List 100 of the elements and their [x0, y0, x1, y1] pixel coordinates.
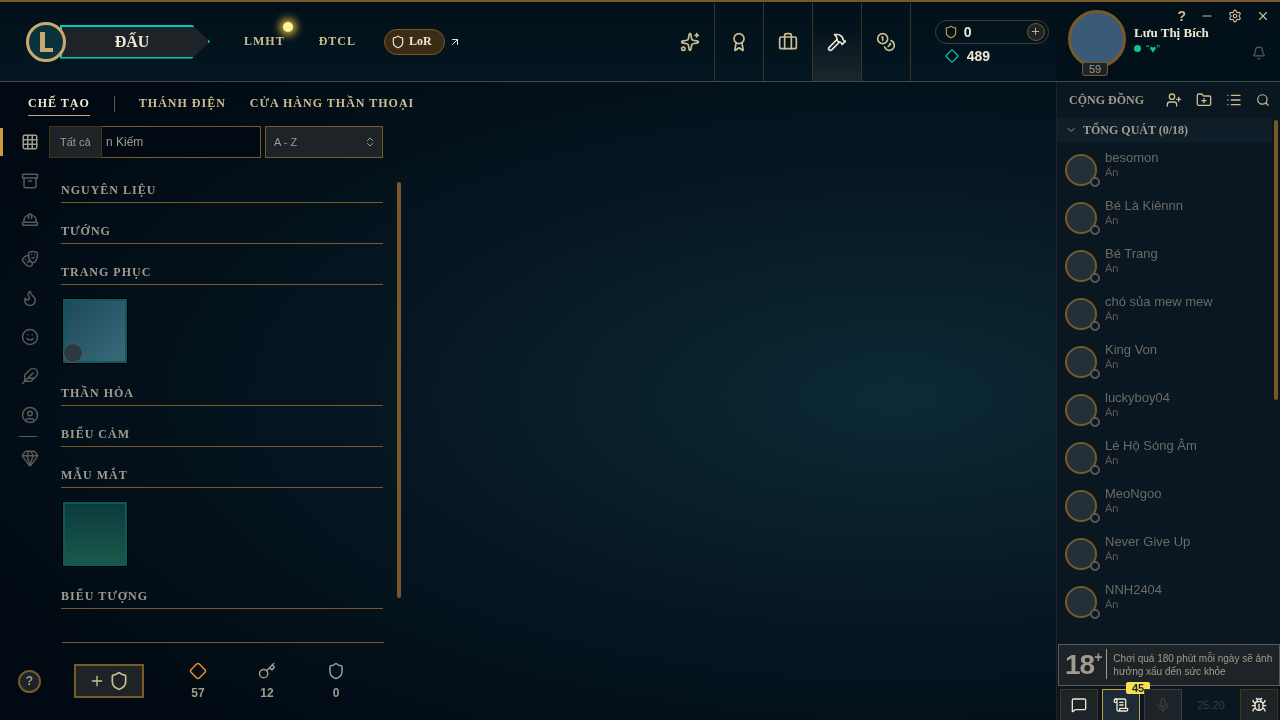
friend-status: Ẩn: [1105, 598, 1120, 610]
add-folder-button[interactable]: [1196, 92, 1212, 108]
item-artwork-placeholder[interactable]: [63, 502, 127, 566]
plus-icon: [1030, 26, 1042, 37]
missions-badge: 45: [1126, 682, 1151, 694]
updown-icon: [364, 136, 376, 148]
panel-title: CỘNG ĐỒNG: [1069, 92, 1145, 108]
friend-status: Ẩn: [1105, 214, 1120, 226]
feather-icon: [20, 367, 39, 385]
bug-icon: [1251, 697, 1267, 713]
add-user-icon: [1166, 92, 1182, 108]
sub-tab[interactable]: CHẾ TẠO: [28, 92, 90, 116]
rarity-badge-icon: [63, 343, 83, 363]
mask-icon: [20, 250, 39, 268]
friend-status: Ẩn: [1105, 166, 1120, 178]
plus-icon: [89, 673, 105, 689]
nav-link[interactable]: LMHT: [244, 34, 285, 49]
friend-avatar[interactable]: [1065, 538, 1097, 570]
scrollbar-thumb[interactable]: [397, 182, 401, 598]
help-button[interactable]: ?: [1177, 8, 1186, 24]
play-button[interactable]: ĐẤU: [60, 24, 210, 59]
hammer-icon: [826, 31, 847, 52]
folder-plus-icon: [1196, 92, 1212, 108]
lor-button[interactable]: LoR: [384, 28, 445, 55]
scrollbar-thumb[interactable]: [1274, 120, 1278, 400]
friend-avatar[interactable]: [1065, 586, 1097, 618]
nav-icon-button[interactable]: [812, 2, 862, 81]
chest-icon: [109, 671, 129, 691]
friend-status: Ẩn: [1105, 454, 1120, 466]
friend-name[interactable]: Bé Là Kiênnn: [1105, 198, 1184, 213]
friend-avatar[interactable]: [1065, 202, 1097, 234]
friend-name[interactable]: chó sủa mew mew: [1105, 294, 1213, 309]
chat-button[interactable]: [1060, 689, 1098, 720]
gem-icon: [20, 449, 39, 467]
friend-name[interactable]: Lé Hộ Sóng Âm: [1105, 438, 1197, 453]
list-button[interactable]: [1226, 92, 1242, 108]
friend-avatar[interactable]: [1065, 394, 1097, 426]
search-icon: [1256, 93, 1270, 107]
friend-avatar[interactable]: [1065, 346, 1097, 378]
add-chest-button[interactable]: [74, 664, 144, 698]
shield-icon: [391, 34, 405, 49]
friend-name[interactable]: MeoNgoo: [1105, 486, 1162, 501]
logo-icon: [26, 21, 66, 62]
close-icon: [1256, 9, 1270, 23]
friend-avatar[interactable]: [1065, 298, 1097, 330]
bug-report-button[interactable]: [1240, 689, 1278, 720]
grid-icon: [20, 133, 39, 151]
user-circle-icon: [20, 406, 39, 424]
rp-amount: 0: [963, 23, 973, 40]
health-warning: Chơi quá 180 phút mỗi ngày sẽ ảnh hưởng xấu đến sức khỏe: [1113, 652, 1274, 678]
nav-link[interactable]: ĐTCL: [318, 34, 356, 49]
add-friend-button[interactable]: [1166, 92, 1182, 108]
bell-button[interactable]: [1252, 46, 1266, 60]
age-plus: +: [1094, 649, 1108, 679]
helmet-icon: [20, 211, 39, 229]
friend-name[interactable]: besomon: [1105, 150, 1159, 165]
chest-icon: [20, 172, 39, 190]
friend-name[interactable]: King Von: [1105, 342, 1158, 357]
essence-amount: 489: [966, 47, 992, 64]
friend-avatar[interactable]: [1065, 490, 1097, 522]
group-header[interactable]: TỔNG QUÁT (0/18): [1057, 118, 1272, 142]
count-value: 12: [260, 686, 274, 700]
item-artwork-placeholder[interactable]: [63, 299, 127, 363]
settings-icon: [1228, 9, 1242, 23]
category-heading: MẪU MẮT: [61, 459, 383, 488]
profile-name: Lưu Thị Bích: [1134, 24, 1209, 41]
friend-name[interactable]: Never Give Up: [1105, 534, 1191, 549]
settings-button[interactable]: [1228, 9, 1242, 23]
key-icon: [258, 662, 276, 680]
list-icon: [1226, 92, 1242, 108]
count-value: 57: [191, 686, 205, 700]
friend-avatar[interactable]: [1065, 154, 1097, 186]
friend-avatar[interactable]: [1065, 442, 1097, 474]
bell-icon: [1252, 46, 1266, 60]
tooltip: Tất cả: [49, 126, 102, 158]
friend-name[interactable]: Bé Trang: [1105, 246, 1158, 261]
category-heading: THẦN HỎA: [61, 377, 383, 406]
category-heading: TƯỚNG: [61, 215, 383, 244]
friend-status: Ẩn: [1105, 262, 1120, 274]
friend-status: Ẩn: [1105, 550, 1120, 562]
category-heading: NGUYÊN LIỆU: [61, 174, 383, 203]
friend-name[interactable]: luckyboy04: [1105, 390, 1171, 405]
sub-tab[interactable]: THÁNH ĐIỆN: [138, 92, 226, 116]
friend-status: Ẩn: [1105, 502, 1120, 514]
help-button[interactable]: ?: [18, 669, 41, 693]
friend-status: Ẩn: [1105, 358, 1120, 370]
add-rp-button[interactable]: [1026, 22, 1045, 41]
friend-avatar[interactable]: [1065, 250, 1097, 282]
scroll-icon: [1113, 697, 1129, 713]
sort-dropdown[interactable]: A - Z: [265, 126, 383, 158]
status-dot: [1134, 45, 1141, 52]
smiley-icon: [20, 328, 39, 346]
chest-icon: [327, 662, 345, 680]
search-button[interactable]: [1256, 93, 1270, 107]
category-heading: BIỂU TƯỢNG: [61, 580, 383, 609]
close-button[interactable]: [1256, 9, 1270, 23]
chat-icon: [1071, 697, 1087, 713]
diamond-icon: [189, 662, 207, 680]
sub-tab[interactable]: CỬA HÀNG THẦN THOẠI: [249, 92, 415, 116]
friend-name[interactable]: NNH2404: [1105, 582, 1163, 597]
